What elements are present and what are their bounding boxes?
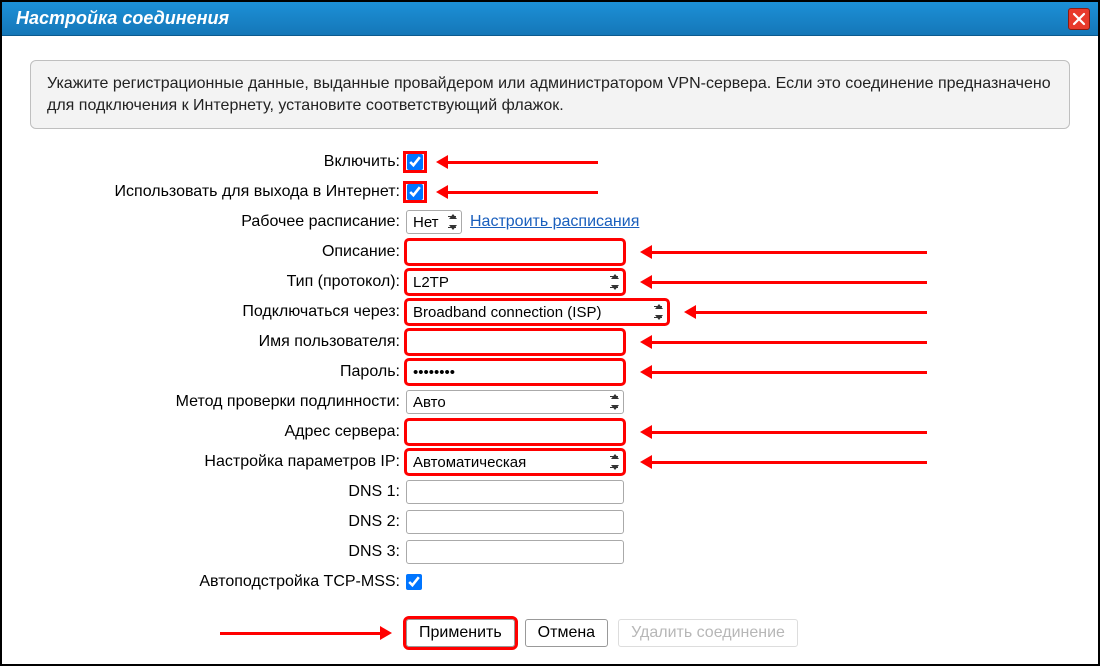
label-server: Адрес сервера: — [30, 423, 406, 441]
dialog-content: Укажите регистрационные данные, выданные… — [2, 36, 1098, 661]
annotation-arrow — [640, 365, 927, 379]
row-via: Подключаться через: Broadband connection… — [30, 297, 1070, 327]
select-ip-setup[interactable]: Автоматическая — [406, 450, 624, 474]
apply-button[interactable]: Применить — [406, 619, 515, 647]
label-description: Описание: — [30, 243, 406, 261]
annotation-arrow — [640, 275, 927, 289]
label-use-internet: Использовать для выхода в Интернет: — [30, 183, 406, 201]
label-dns3: DNS 3: — [30, 543, 406, 561]
cancel-button[interactable]: Отмена — [525, 619, 608, 647]
highlight-enable — [406, 154, 424, 170]
label-password: Пароль: — [30, 363, 406, 381]
close-button[interactable] — [1068, 8, 1090, 30]
close-icon — [1072, 12, 1086, 26]
label-schedule: Рабочее расписание: — [30, 213, 406, 231]
label-username: Имя пользователя: — [30, 333, 406, 351]
annotation-arrow — [436, 155, 598, 169]
label-ip-setup: Настройка параметров IP: — [30, 453, 406, 471]
annotation-arrow — [640, 425, 927, 439]
label-tcpmss: Автоподстройка TCP-MSS: — [30, 573, 406, 591]
row-dns1: DNS 1: — [30, 477, 1070, 507]
annotation-arrow — [640, 245, 927, 259]
input-description[interactable] — [406, 240, 624, 264]
info-banner: Укажите регистрационные данные, выданные… — [30, 60, 1070, 129]
row-dns2: DNS 2: — [30, 507, 1070, 537]
row-type: Тип (протокол): L2TP — [30, 267, 1070, 297]
label-dns1: DNS 1: — [30, 483, 406, 501]
input-server[interactable] — [406, 420, 624, 444]
row-auth: Метод проверки подлинности: Авто — [30, 387, 1070, 417]
label-dns2: DNS 2: — [30, 513, 406, 531]
row-server: Адрес сервера: — [30, 417, 1070, 447]
titlebar: Настройка соединения — [2, 2, 1098, 36]
link-configure-schedules[interactable]: Настроить расписания — [470, 213, 639, 231]
checkbox-enable[interactable] — [407, 154, 423, 170]
row-ip-setup: Настройка параметров IP: Автоматическая — [30, 447, 1070, 477]
annotation-arrow — [640, 335, 927, 349]
row-schedule: Рабочее расписание: Нет Настроить распис… — [30, 207, 1070, 237]
label-auth: Метод проверки подлинности: — [30, 393, 406, 411]
input-dns2[interactable] — [406, 510, 624, 534]
button-row: Применить Отмена Удалить соединение — [30, 615, 1070, 651]
input-dns3[interactable] — [406, 540, 624, 564]
row-use-internet: Использовать для выхода в Интернет: — [30, 177, 1070, 207]
checkbox-use-internet[interactable] — [407, 184, 423, 200]
annotation-arrow — [640, 455, 927, 469]
row-tcpmss: Автоподстройка TCP-MSS: — [30, 567, 1070, 597]
select-auth[interactable]: Авто — [406, 390, 624, 414]
select-schedule[interactable]: Нет — [406, 210, 462, 234]
annotation-arrow — [684, 305, 927, 319]
row-password: Пароль: — [30, 357, 1070, 387]
highlight-use-internet — [406, 184, 424, 200]
checkbox-tcpmss[interactable] — [406, 574, 422, 590]
row-dns3: DNS 3: — [30, 537, 1070, 567]
row-description: Описание: — [30, 237, 1070, 267]
input-dns1[interactable] — [406, 480, 624, 504]
label-via: Подключаться через: — [30, 303, 406, 321]
label-enable: Включить: — [30, 153, 406, 171]
row-username: Имя пользователя: — [30, 327, 1070, 357]
row-enable: Включить: — [30, 147, 1070, 177]
label-type: Тип (протокол): — [30, 273, 406, 291]
select-type[interactable]: L2TP — [406, 270, 624, 294]
window-title: Настройка соединения — [16, 8, 229, 29]
delete-connection-button: Удалить соединение — [618, 619, 798, 647]
select-via[interactable]: Broadband connection (ISP) — [406, 300, 668, 324]
input-password[interactable] — [406, 360, 624, 384]
annotation-arrow — [436, 185, 598, 199]
annotation-arrow — [220, 626, 392, 640]
input-username[interactable] — [406, 330, 624, 354]
